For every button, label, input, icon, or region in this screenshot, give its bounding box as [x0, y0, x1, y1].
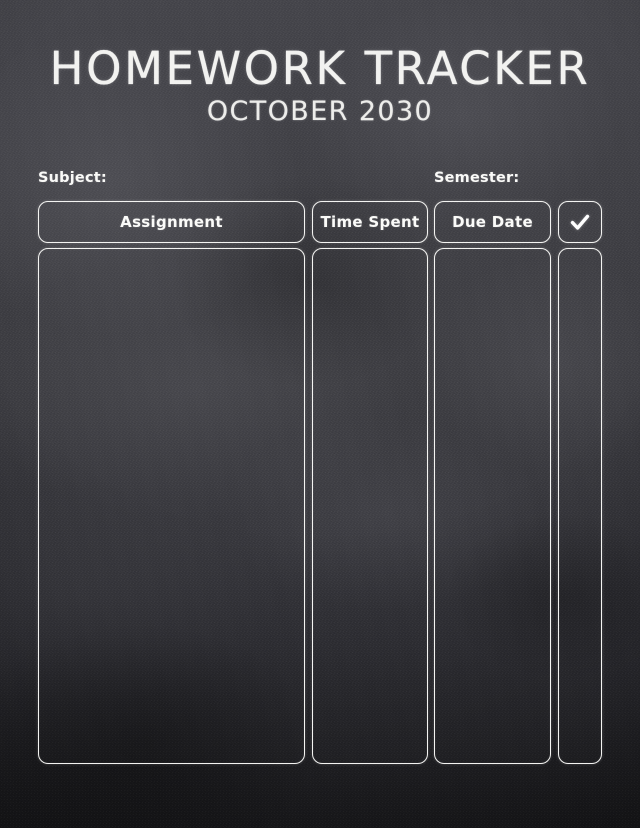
column-time-spent: Time Spent — [312, 201, 428, 764]
page-header: HOMEWORK TRACKER OCTOBER 2030 — [0, 46, 640, 125]
page-subtitle: OCTOBER 2030 — [0, 98, 640, 125]
subject-field-label: Subject: — [38, 170, 107, 186]
entry-area-time-spent[interactable] — [312, 248, 428, 764]
header-label-assignment: Assignment — [120, 213, 223, 231]
homework-table: Assignment Time Spent Due Date — [38, 201, 602, 764]
header-cell-assignment: Assignment — [38, 201, 305, 243]
header-label-due-date: Due Date — [452, 213, 533, 231]
entry-area-done[interactable] — [558, 248, 602, 764]
chalkboard-background: HOMEWORK TRACKER OCTOBER 2030 Subject: S… — [0, 0, 640, 828]
checkmark-icon — [570, 214, 590, 230]
header-cell-time-spent: Time Spent — [312, 201, 428, 243]
header-label-time-spent: Time Spent — [320, 213, 420, 231]
column-assignment: Assignment — [38, 201, 305, 764]
column-due-date: Due Date — [434, 201, 551, 764]
header-cell-done — [558, 201, 602, 243]
entry-area-due-date[interactable] — [434, 248, 551, 764]
column-done — [558, 201, 602, 764]
semester-field-label: Semester: — [434, 170, 520, 186]
entry-area-assignment[interactable] — [38, 248, 305, 764]
page-title: HOMEWORK TRACKER — [0, 46, 640, 91]
header-cell-due-date: Due Date — [434, 201, 551, 243]
page-content: HOMEWORK TRACKER OCTOBER 2030 Subject: S… — [0, 0, 640, 828]
